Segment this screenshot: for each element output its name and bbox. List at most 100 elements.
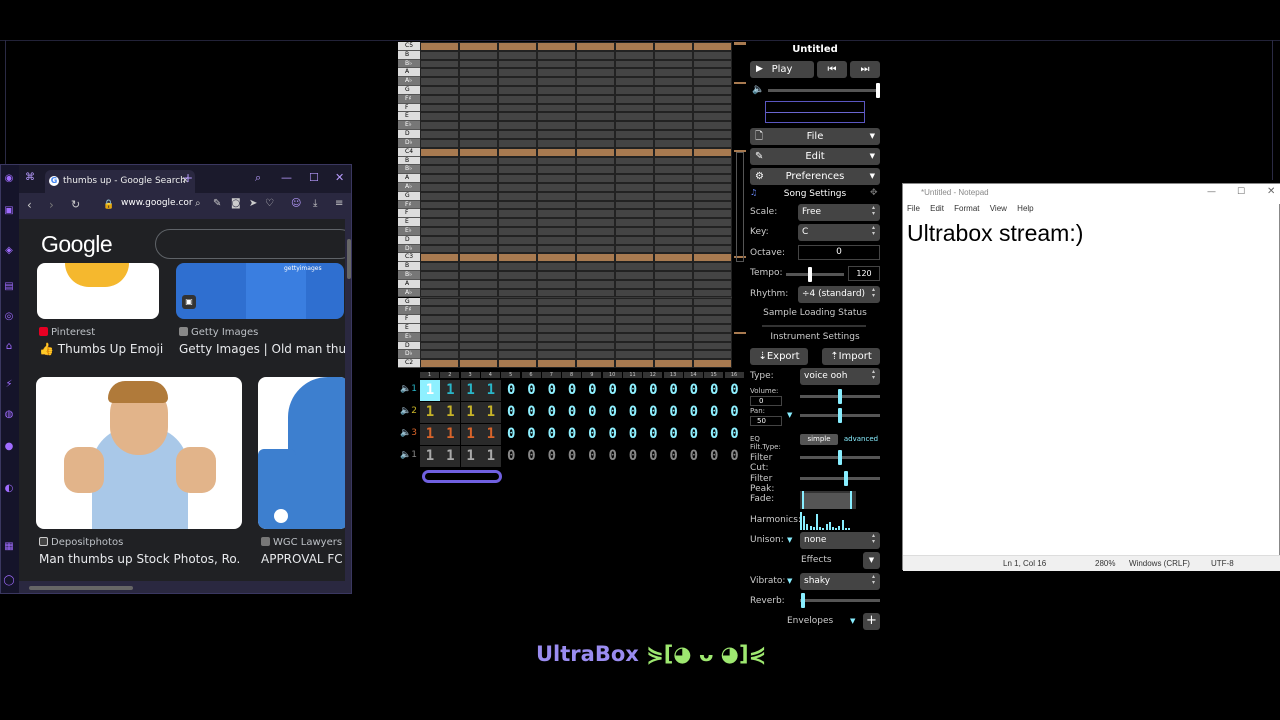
grid-cell[interactable] xyxy=(693,138,732,148)
piano-key[interactable]: F xyxy=(398,103,420,113)
grid-cell[interactable] xyxy=(654,191,693,201)
pattern-cell[interactable]: 0 xyxy=(664,446,684,467)
channel-mute-icon[interactable]: 🔈1 xyxy=(400,450,417,460)
pattern-cell[interactable]: 0 xyxy=(704,446,724,467)
piano-keys[interactable]: C5 B B♭ A A♭ G F♯ F E E♭ D D♭ C4 B B♭ A A♭ G F♯ F E E♭ D D♭ C3 B B… xyxy=(398,42,420,368)
grid-cell[interactable] xyxy=(576,182,615,192)
pattern-cell[interactable]: 0 xyxy=(562,446,582,467)
grid-cell[interactable] xyxy=(498,77,537,87)
pattern-cell[interactable]: 0 xyxy=(623,402,643,423)
grid-cell[interactable] xyxy=(576,350,615,360)
grid-cell[interactable] xyxy=(498,59,537,69)
grid-cell[interactable] xyxy=(420,94,459,104)
edit-menu-button[interactable]: ✎ Edit ▼ xyxy=(750,148,880,165)
import-button[interactable]: ⇡Import xyxy=(822,348,880,365)
effects-dropdown[interactable]: ▼ xyxy=(863,552,880,569)
grid-cell[interactable] xyxy=(420,77,459,87)
bar-number[interactable]: 10 xyxy=(602,372,622,378)
grid-cell[interactable] xyxy=(498,200,537,210)
grid-cell[interactable] xyxy=(576,130,615,139)
grid-cell[interactable] xyxy=(459,332,498,342)
pattern-cell[interactable]: 0 xyxy=(562,424,582,445)
grid-cell[interactable] xyxy=(498,191,537,201)
grid-cell[interactable] xyxy=(420,174,459,183)
piano-key[interactable]: F♯ xyxy=(398,94,420,104)
grid-cell[interactable] xyxy=(654,156,693,166)
grid-cell[interactable] xyxy=(420,350,459,360)
grid-cell[interactable] xyxy=(576,253,615,263)
grid-cell[interactable] xyxy=(420,68,459,78)
download-icon[interactable]: ⤓ xyxy=(313,198,317,209)
pattern-cell[interactable]: 0 xyxy=(725,402,745,423)
harmonic-bar[interactable] xyxy=(809,526,812,530)
grid-cell[interactable] xyxy=(459,165,498,175)
result-title[interactable]: APPROVAL FC xyxy=(261,552,345,566)
piano-key[interactable]: F♯ xyxy=(398,200,420,210)
grid-cell[interactable] xyxy=(459,121,498,131)
grid-cell[interactable] xyxy=(693,297,732,307)
menu-view[interactable]: View xyxy=(990,204,1007,213)
expand-icon[interactable]: ▼ xyxy=(787,536,792,544)
pattern-cell[interactable]: 0 xyxy=(725,424,745,445)
grid-cell[interactable] xyxy=(459,218,498,227)
harmonic-bar[interactable] xyxy=(816,514,818,530)
grid-cell[interactable] xyxy=(498,147,537,157)
grid-cell[interactable] xyxy=(498,121,537,131)
grid-cell[interactable] xyxy=(615,147,654,157)
grid-cell[interactable] xyxy=(459,279,498,289)
grid-cell[interactable] xyxy=(498,350,537,360)
bar-number[interactable]: 14 xyxy=(683,372,703,378)
grid-cell[interactable] xyxy=(420,191,459,201)
grid-cell[interactable] xyxy=(615,271,654,280)
piano-key[interactable]: A♭ xyxy=(398,77,420,87)
grid-cell[interactable] xyxy=(615,297,654,307)
grid-cell[interactable] xyxy=(498,112,537,122)
grid-cell[interactable] xyxy=(615,200,654,210)
pattern-cell[interactable]: 0 xyxy=(664,424,684,445)
grid-cell[interactable] xyxy=(420,253,459,263)
bar-number[interactable]: 9 xyxy=(582,372,602,378)
pattern-cell[interactable]: 0 xyxy=(501,446,521,467)
grid-cell[interactable] xyxy=(459,359,498,368)
grid-cell[interactable] xyxy=(654,182,693,192)
grid-cell[interactable] xyxy=(498,306,537,316)
grid-cell[interactable] xyxy=(654,200,693,210)
zoom-icon[interactable]: ⌕ xyxy=(195,198,201,209)
back-icon[interactable]: ‹ xyxy=(27,198,32,212)
piano-key[interactable]: B♭ xyxy=(398,59,420,69)
grid-cell[interactable] xyxy=(459,77,498,87)
new-tab-icon[interactable]: + xyxy=(183,171,193,185)
grid-cell[interactable] xyxy=(693,253,732,263)
expand-icon[interactable]: ▼ xyxy=(787,577,792,585)
grid-cell[interactable] xyxy=(576,262,615,272)
instrument-volume-slider[interactable] xyxy=(800,389,880,404)
game-controller-icon[interactable]: ⌘ xyxy=(25,172,35,183)
grid-cell[interactable] xyxy=(693,165,732,175)
grid-cell[interactable] xyxy=(537,315,576,324)
pattern-cell[interactable]: 0 xyxy=(603,402,623,423)
grid-cell[interactable] xyxy=(420,59,459,69)
grid-cell[interactable] xyxy=(693,315,732,324)
grid-cell[interactable] xyxy=(420,227,459,236)
grid-cell[interactable] xyxy=(498,182,537,192)
grid-cell[interactable] xyxy=(654,209,693,219)
instrument-type-select[interactable]: voice ooh xyxy=(800,368,880,385)
pattern-cell[interactable]: 1 xyxy=(420,446,440,467)
tempo-slider[interactable] xyxy=(786,267,844,282)
pattern-cell[interactable]: 0 xyxy=(542,380,562,401)
grid-cell[interactable] xyxy=(576,315,615,324)
grid-cell[interactable] xyxy=(654,103,693,113)
grid-cell[interactable] xyxy=(459,288,498,298)
grid-cell[interactable] xyxy=(693,350,732,360)
grid-cell[interactable] xyxy=(576,77,615,87)
bar-number[interactable]: 15 xyxy=(704,372,724,378)
grid-cell[interactable] xyxy=(498,174,537,183)
pattern-cell[interactable]: 0 xyxy=(704,424,724,445)
grid-cell[interactable] xyxy=(498,244,537,254)
grid-cell[interactable] xyxy=(615,77,654,87)
grid-cell[interactable] xyxy=(576,138,615,148)
bar-number[interactable]: 12 xyxy=(643,372,663,378)
grid-cell[interactable] xyxy=(654,121,693,131)
pattern-cell[interactable]: 0 xyxy=(501,380,521,401)
piano-key[interactable]: C3 xyxy=(398,253,420,263)
